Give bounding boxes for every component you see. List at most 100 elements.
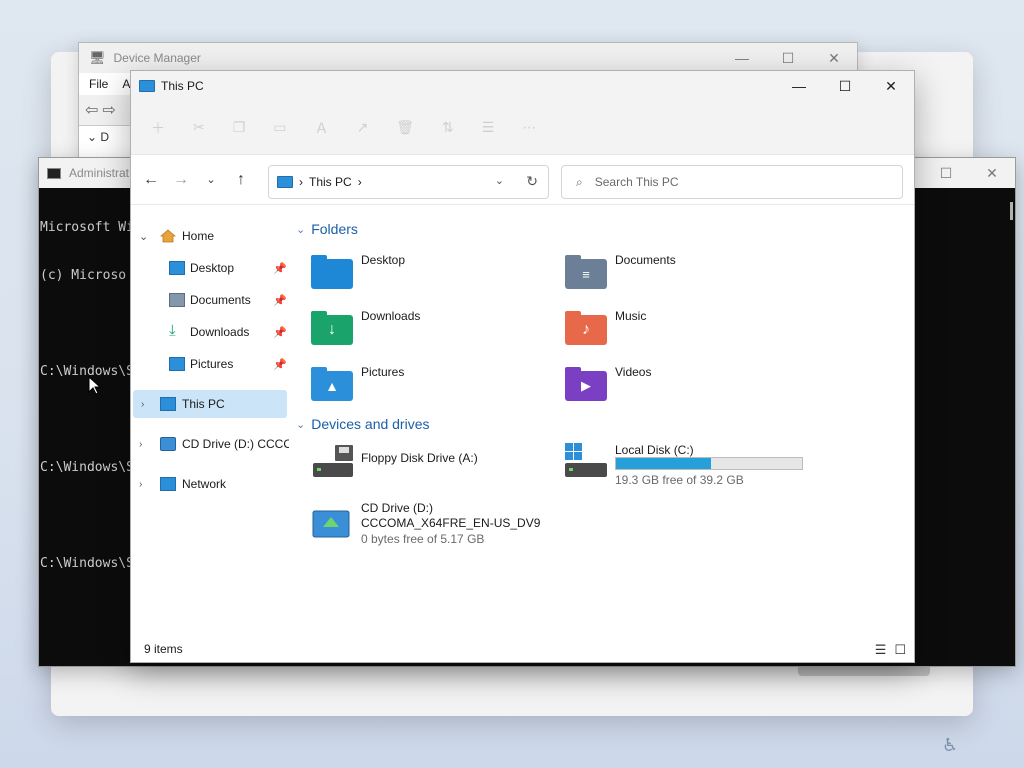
up-button[interactable]: ↑ [226,165,256,195]
new-icon[interactable]: ＋ [151,118,165,138]
menu-file[interactable]: File [89,77,108,91]
tree-root-label[interactable]: D [100,130,109,144]
folder-name: Downloads [361,309,421,323]
cmd-close-button[interactable]: ✕ [969,158,1015,188]
section-drives-header[interactable]: ⌄ Devices and drives [296,416,430,432]
drive-tile-local-disk[interactable]: Local Disk (C:) 19.3 GB free of 39.2 GB [565,443,825,491]
drive-free-space: 0 bytes free of 5.17 GB [361,532,485,546]
minimize-button[interactable]: — [719,43,765,73]
disk-usage-bar [615,457,803,470]
folder-tile-music[interactable]: ♪ Music [565,309,805,353]
chevron-down-icon[interactable]: ⌄ [139,230,148,243]
search-box[interactable]: ⌕ Search This PC [561,165,903,199]
maximize-button[interactable]: ☐ [765,43,811,73]
chevron-right-icon[interactable]: › [141,399,144,410]
cmd-title: Administrat [69,166,130,180]
explorer-title: This PC [161,79,204,93]
music-folder-icon: ♪ [565,311,607,345]
explorer-titlebar[interactable]: This PC — ☐ ✕ [131,71,914,101]
console-line: C:\Windows\S [40,556,134,571]
drive-tile-cd[interactable]: CD Drive (D:) CCCOMA_X64FRE_EN-US_DV9 0 … [311,501,611,549]
folder-tile-downloads[interactable]: ↓ Downloads [311,309,551,353]
explorer-close-button[interactable]: ✕ [868,71,914,101]
pin-icon[interactable]: 📌 [273,326,287,339]
back-button[interactable]: ← [136,165,166,195]
folder-tile-videos[interactable]: ▶ Videos [565,365,805,409]
chevron-right-icon[interactable]: › [139,439,142,450]
chevron-right-icon[interactable]: › [139,479,142,490]
drive-volume-label: CCCOMA_X64FRE_EN-US_DV9 [361,516,541,530]
share-icon[interactable]: ↗ [357,119,369,136]
console-output[interactable]: Microsoft Wi (c) Microso C:\Windows\S C:… [39,188,134,604]
drive-tile-floppy[interactable]: Floppy Disk Drive (A:) [311,445,551,489]
address-dropdown-icon[interactable]: ⌄ [495,174,504,187]
sidebar-item-pictures[interactable]: Pictures 📌 [131,350,289,378]
pin-icon[interactable]: 📌 [273,358,287,371]
sidebar-item-label: Downloads [190,325,250,339]
sidebar-item-home[interactable]: ⌄ Home [131,222,289,250]
close-button[interactable]: ✕ [811,43,857,73]
cut-icon[interactable]: ✂ [193,119,205,136]
local-disk-icon [565,443,607,477]
more-icon[interactable]: ⋯ [522,119,536,136]
sidebar-item-network[interactable]: › Network [131,470,289,498]
item-count: 9 items [144,642,183,656]
this-pc-icon [139,80,155,92]
chevron-right-icon[interactable]: › [299,175,303,189]
refresh-icon[interactable]: ↻ [526,173,538,190]
breadcrumb-this-pc[interactable]: This PC [309,175,352,189]
copy-icon[interactable]: ❐ [233,119,246,136]
recent-locations-button[interactable]: ⌄ [196,165,226,195]
folder-tile-documents[interactable]: ≡ Documents [565,253,805,297]
sidebar-item-label: Home [182,229,215,243]
sidebar-item-this-pc[interactable]: › This PC [133,390,287,418]
folder-name: Videos [615,365,652,379]
view-icon[interactable]: ☰ [482,119,495,136]
pictures-folder-icon: ▲ [311,367,353,401]
console-line: (c) Microso [40,268,127,283]
search-input[interactable]: Search This PC [595,175,679,189]
file-explorer-window[interactable]: This PC — ☐ ✕ ＋ ✂ ❐ ▭ Ａ ↗ 🗑 ⇅ ☰ ⋯ ← → ⌄ … [130,70,915,663]
sidebar-item-downloads[interactable]: ⤓ Downloads 📌 [131,318,289,346]
pin-icon[interactable]: 📌 [273,262,287,275]
sidebar-item-documents[interactable]: Documents 📌 [131,286,289,314]
folder-name: Documents [615,253,676,267]
tiles-view-icon[interactable]: ☐ [894,642,906,658]
section-folders-header[interactable]: ⌄ Folders [296,221,358,237]
explorer-maximize-button[interactable]: ☐ [822,71,868,101]
sidebar-item-label: Desktop [190,261,235,275]
back-arrow-icon[interactable]: ⇦ [85,100,98,120]
address-bar[interactable]: › This PC › ⌄ ↻ [268,165,549,199]
cmd-scrollbar[interactable] [1010,202,1013,220]
rename-icon[interactable]: Ａ [315,118,329,138]
folder-tile-pictures[interactable]: ▲ Pictures [311,365,551,409]
console-line: C:\Windows\S [40,364,134,379]
delete-icon[interactable]: 🗑 [396,119,414,136]
mouse-cursor-icon [88,376,102,395]
sidebar-item-label: Pictures [190,357,234,371]
chevron-down-icon[interactable]: ⌄ [296,223,305,236]
drive-name: CD Drive (D:) [361,501,433,515]
forward-button[interactable]: → [166,165,196,195]
drive-name: Floppy Disk Drive (A:) [361,451,478,465]
accessibility-icon[interactable]: ♿ [942,735,958,756]
chevron-down-icon[interactable]: ⌄ [296,418,305,431]
cmd-maximize-button[interactable]: ☐ [923,158,969,188]
sidebar-item-desktop[interactable]: Desktop 📌 [131,254,289,282]
sort-icon[interactable]: ⇅ [442,119,454,136]
paste-icon[interactable]: ▭ [273,119,286,136]
forward-arrow-icon[interactable]: ⇨ [102,100,115,120]
tree-expand-icon[interactable]: ⌄ [87,130,97,144]
pin-icon[interactable]: 📌 [273,294,287,307]
chevron-right-icon[interactable]: › [358,175,362,189]
sidebar-item-cd-drive[interactable]: › CD Drive (D:) CCCO [131,430,289,458]
home-icon [160,229,176,243]
explorer-minimize-button[interactable]: — [776,71,822,101]
sidebar-item-label: CD Drive (D:) CCCO [182,437,289,451]
floppy-drive-icon [313,445,353,477]
details-view-icon[interactable]: ☰ [875,642,887,658]
folder-tile-desktop[interactable]: Desktop [311,253,551,297]
sidebar-item-label: Network [182,477,227,491]
